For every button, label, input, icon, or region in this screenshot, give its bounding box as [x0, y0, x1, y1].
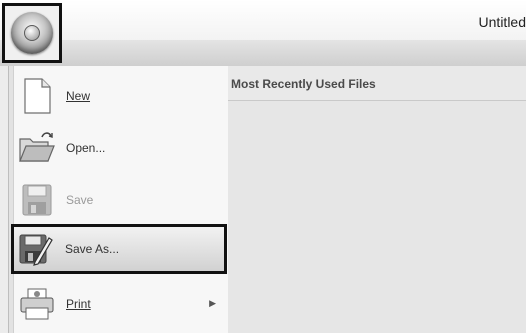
menu-item-label: Print — [66, 297, 91, 311]
menu-item-label: Save As... — [65, 242, 120, 256]
printer-icon — [18, 284, 56, 324]
menu-item-label: Save — [66, 193, 94, 207]
save-as-icon — [17, 229, 55, 269]
menu-item-save-as[interactable]: Save As... — [11, 224, 227, 274]
open-folder-icon — [18, 128, 56, 168]
title-bar: Untitled — [0, 0, 526, 41]
chevron-right-icon: ▶ — [209, 298, 216, 308]
menu-item-label: Open... — [66, 141, 106, 155]
save-disk-icon — [18, 180, 56, 220]
menu-item-open[interactable]: Open... — [12, 122, 226, 174]
recent-files-panel: Most Recently Used Files — [228, 66, 526, 333]
menu-item-print[interactable]: Print ▶ — [12, 278, 226, 330]
app-orb-icon — [11, 12, 53, 54]
menu-item-label: New — [66, 89, 91, 103]
menu-item-new[interactable]: New — [12, 70, 226, 122]
menu-item-save: Save — [12, 174, 226, 226]
new-document-icon — [18, 76, 56, 116]
ribbon-tab-bar — [0, 40, 526, 69]
window-title: Untitled — [478, 14, 526, 30]
recent-files-header: Most Recently Used Files — [228, 66, 526, 101]
recent-files-title: Most Recently Used Files — [231, 77, 376, 91]
app-menu-button[interactable] — [2, 3, 62, 63]
application-menu: Most Recently Used Files New Open... Sav… — [0, 66, 526, 333]
